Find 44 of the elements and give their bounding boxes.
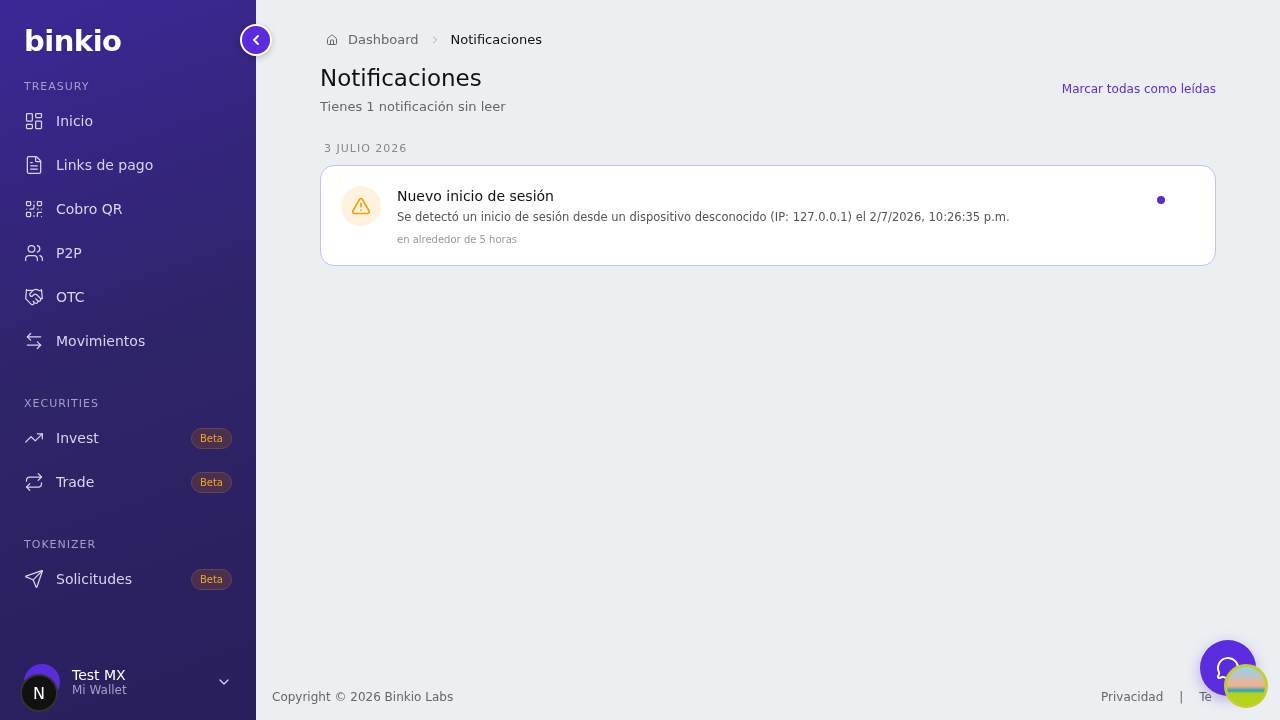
nav-item[interactable]: Links de pago — [0, 143, 256, 187]
home-icon — [326, 33, 338, 46]
swap-arrows-icon — [24, 331, 44, 351]
copyright-text: Copyright © 2026 Binkio Labs — [272, 690, 454, 704]
notification-time: en alrededor de 5 horas — [397, 234, 518, 245]
logo: binkio — [23, 24, 123, 58]
notification-title: Nuevo inicio de sesión — [397, 188, 555, 204]
paper-plane-icon — [24, 569, 44, 589]
footer-link[interactable]: Privacidad — [1101, 690, 1164, 704]
nav-item[interactable]: Cobro QR — [0, 187, 256, 231]
section-title: TOKENIZER — [23, 538, 98, 551]
beta-badge: Beta — [190, 568, 232, 590]
users-icon — [24, 243, 44, 263]
notification-message: Se detectó un inicio de sesión desde un dispositivo desconocido (IP: 127.0.0.1) el 2/7/2026, 10:26:35 p.m. — [397, 210, 1010, 224]
nav-item[interactable]: Trade Beta — [0, 460, 256, 504]
handshake-icon — [24, 287, 44, 307]
nav-item[interactable]: Solicitudes Beta — [0, 557, 256, 601]
breadcrumb-link[interactable]: Dashboard — [348, 32, 419, 47]
nav-item[interactable]: P2P — [0, 231, 256, 275]
section-title: XECURITIES — [23, 397, 100, 410]
nav-item[interactable]: Inicio — [0, 99, 256, 143]
exchange-arrows-icon — [24, 472, 44, 492]
user-name: Test MX — [72, 667, 127, 683]
breadcrumb-link[interactable]: Notificaciones — [450, 32, 542, 47]
dashboard-icon — [24, 111, 44, 131]
mark-all-read-link[interactable]: Marcar todas como leídas — [1061, 82, 1216, 96]
qr-code-icon — [24, 199, 44, 219]
page-title: Notificaciones — [320, 65, 483, 91]
date-heading: 3 JULIO 2026 — [324, 142, 409, 155]
warning-icon — [341, 186, 381, 226]
collapse-button[interactable] — [240, 24, 272, 56]
notification-card[interactable]: Nuevo inicio de sesión Se detectó un inicio de sesión desde un dispositivo desconocido (IP: 127.0.0.1) el 2/7/2026, 10:26:35 p.m. en alrededor de 5 horas — [320, 165, 1216, 266]
dev-badge[interactable]: N — [20, 674, 58, 712]
document-icon — [24, 155, 44, 175]
footer-separator: | — [1179, 690, 1184, 704]
beta-badge: Beta — [190, 471, 232, 493]
nav-item[interactable]: Movimientos — [0, 319, 256, 363]
footer-link[interactable]: Te — [1199, 690, 1212, 704]
user-subtitle: Mi Wallet — [72, 683, 127, 697]
beta-badge: Beta — [190, 427, 232, 449]
nav-item[interactable]: Invest Beta — [0, 416, 256, 460]
section-title: TREASURY — [23, 80, 91, 93]
nav-item[interactable]: OTC — [0, 275, 256, 319]
page-subtitle: Tienes 1 notificación sin leer — [320, 99, 506, 114]
